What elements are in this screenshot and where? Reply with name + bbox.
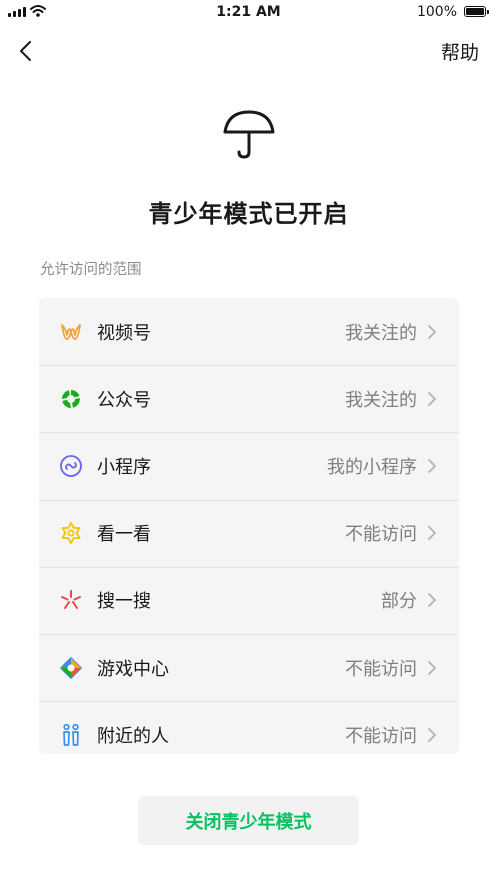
list-item-label: 看一看 bbox=[97, 524, 151, 546]
list-item-label: 视频号 bbox=[97, 322, 151, 344]
battery-percentage: 100% bbox=[416, 4, 457, 20]
chevron-right-icon bbox=[427, 458, 439, 474]
channels-icon bbox=[59, 320, 83, 344]
list-item-value: 我的小程序 bbox=[327, 456, 417, 478]
list-item-value: 我关注的 bbox=[345, 389, 417, 411]
back-button[interactable] bbox=[14, 36, 42, 66]
list-item-label: 小程序 bbox=[97, 456, 151, 478]
list-item-channels[interactable]: 视频号 我关注的 bbox=[39, 298, 459, 365]
list-item-value: 不能访问 bbox=[345, 524, 417, 546]
chevron-right-icon bbox=[427, 525, 439, 541]
chevron-right-icon bbox=[427, 660, 439, 676]
status-bar: 1:21 AM 100% bbox=[0, 0, 497, 26]
close-teen-mode-button[interactable]: 关闭青少年模式 bbox=[138, 796, 359, 845]
umbrella-icon bbox=[223, 110, 275, 159]
official-account-icon bbox=[59, 387, 83, 411]
page-title: 青少年模式已开启 bbox=[148, 200, 349, 228]
list-item-value: 部分 bbox=[381, 591, 417, 613]
list-item-people-nearby[interactable]: 附近的人 不能访问 bbox=[39, 701, 459, 754]
list-item-official-accounts[interactable]: 公众号 我关注的 bbox=[39, 365, 459, 432]
list-item-label: 附近的人 bbox=[97, 725, 169, 747]
battery-icon bbox=[464, 6, 489, 17]
mini-program-icon bbox=[59, 454, 83, 478]
chevron-right-icon bbox=[427, 324, 439, 340]
people-nearby-icon bbox=[59, 723, 83, 747]
list-item-value: 不能访问 bbox=[345, 725, 417, 747]
list-item-game-center[interactable]: 游戏中心 不能访问 bbox=[39, 633, 459, 701]
top-stories-icon bbox=[59, 521, 83, 545]
list-item-mini-programs[interactable]: 小程序 我的小程序 bbox=[39, 432, 459, 499]
chevron-left-icon bbox=[20, 41, 31, 61]
access-scope-list: 视频号 我关注的 公众号 我关注的 小程序 我的小程序 看一看 不能访问 搜一搜… bbox=[39, 298, 459, 754]
game-center-icon bbox=[59, 656, 83, 680]
list-item-label: 搜一搜 bbox=[97, 591, 151, 613]
list-item-label: 游戏中心 bbox=[97, 658, 169, 680]
chevron-right-icon bbox=[427, 727, 439, 743]
list-item-search[interactable]: 搜一搜 部分 bbox=[39, 566, 459, 634]
search-icon bbox=[59, 588, 83, 612]
section-label: 允许访问的范围 bbox=[40, 262, 142, 278]
list-item-top-stories[interactable]: 看一看 不能访问 bbox=[39, 499, 459, 567]
help-button[interactable]: 帮助 bbox=[441, 38, 479, 65]
list-item-value: 我关注的 bbox=[345, 322, 417, 344]
list-item-label: 公众号 bbox=[97, 389, 151, 411]
list-item-value: 不能访问 bbox=[345, 658, 417, 680]
chevron-right-icon bbox=[427, 592, 439, 608]
chevron-right-icon bbox=[427, 391, 439, 407]
